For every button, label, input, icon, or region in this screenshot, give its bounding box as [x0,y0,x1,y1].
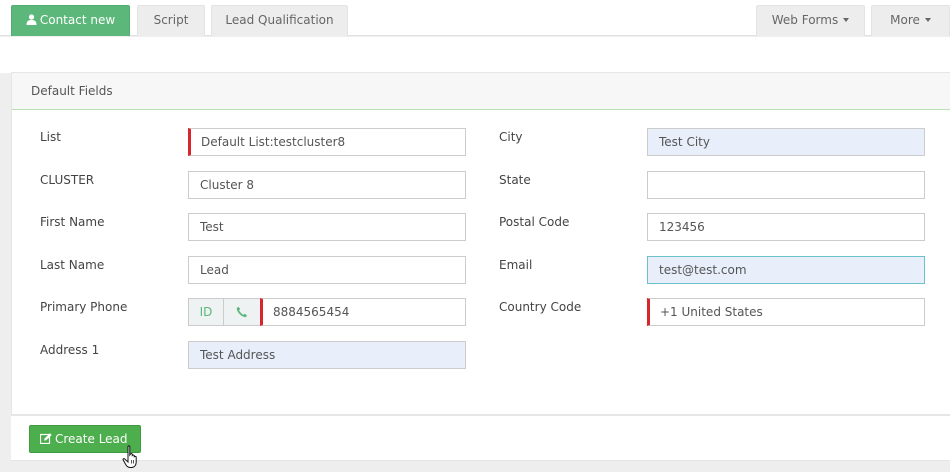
postal-code-field[interactable]: 123456 [647,213,925,241]
cluster-label: CLUSTER [40,173,95,187]
address1-field[interactable]: Test Address [188,341,466,369]
state-label: State [499,173,531,187]
panel-heading: Default Fields [12,73,950,110]
tab-label: Lead Qualification [225,13,334,27]
phone-icon [236,306,248,318]
caret-down-icon [924,18,931,22]
postal-code-label: Postal Code [499,215,570,229]
city-field[interactable]: Test City [647,128,925,156]
tab-label: Script [153,13,189,27]
tab-lead-qualification[interactable]: Lead Qualification [211,5,348,36]
create-lead-label: Create Lead [55,432,128,446]
tab-script[interactable]: Script [137,5,205,36]
tab-contact-new[interactable]: Contact new [11,5,130,36]
primary-phone-field[interactable]: 8884565454 [260,298,466,326]
primary-phone-label: Primary Phone [40,300,128,314]
last-name-label: Last Name [40,258,105,272]
city-label: City [499,130,523,144]
panel-footer: Create Lead [11,415,950,461]
cluster-field[interactable]: Cluster 8 [188,171,466,199]
hand-cursor-icon [122,445,137,468]
list-field[interactable]: Default List:testcluster8 [188,128,466,156]
first-name-label: First Name [40,215,105,229]
tab-more-dropdown[interactable]: More [871,5,950,36]
state-field[interactable] [647,171,925,199]
default-fields-panel: Default Fields List Default List:testclu… [11,72,950,415]
edit-icon [40,433,52,444]
email-field[interactable]: test@test.com [647,256,925,284]
tab-label: Web Forms [771,13,839,27]
country-code-label: Country Code [499,300,582,314]
tab-content-area [0,37,950,73]
tab-label: Contact new [39,13,116,27]
user-icon [26,14,37,25]
tab-label: More [890,13,920,27]
address1-label: Address 1 [40,343,100,357]
tab-web-forms-dropdown[interactable]: Web Forms [756,5,865,36]
caret-down-icon [843,18,850,22]
list-label: List [40,130,61,144]
email-label: Email [499,258,533,272]
first-name-field[interactable]: Test [188,213,466,241]
tab-bar: Contact new Script Lead Qualification We… [0,0,950,36]
last-name-field[interactable]: Lead [188,256,466,284]
phone-id-addon[interactable]: ID [188,298,224,326]
phone-call-button[interactable] [223,298,261,326]
country-code-select[interactable]: +1 United States [647,298,925,326]
